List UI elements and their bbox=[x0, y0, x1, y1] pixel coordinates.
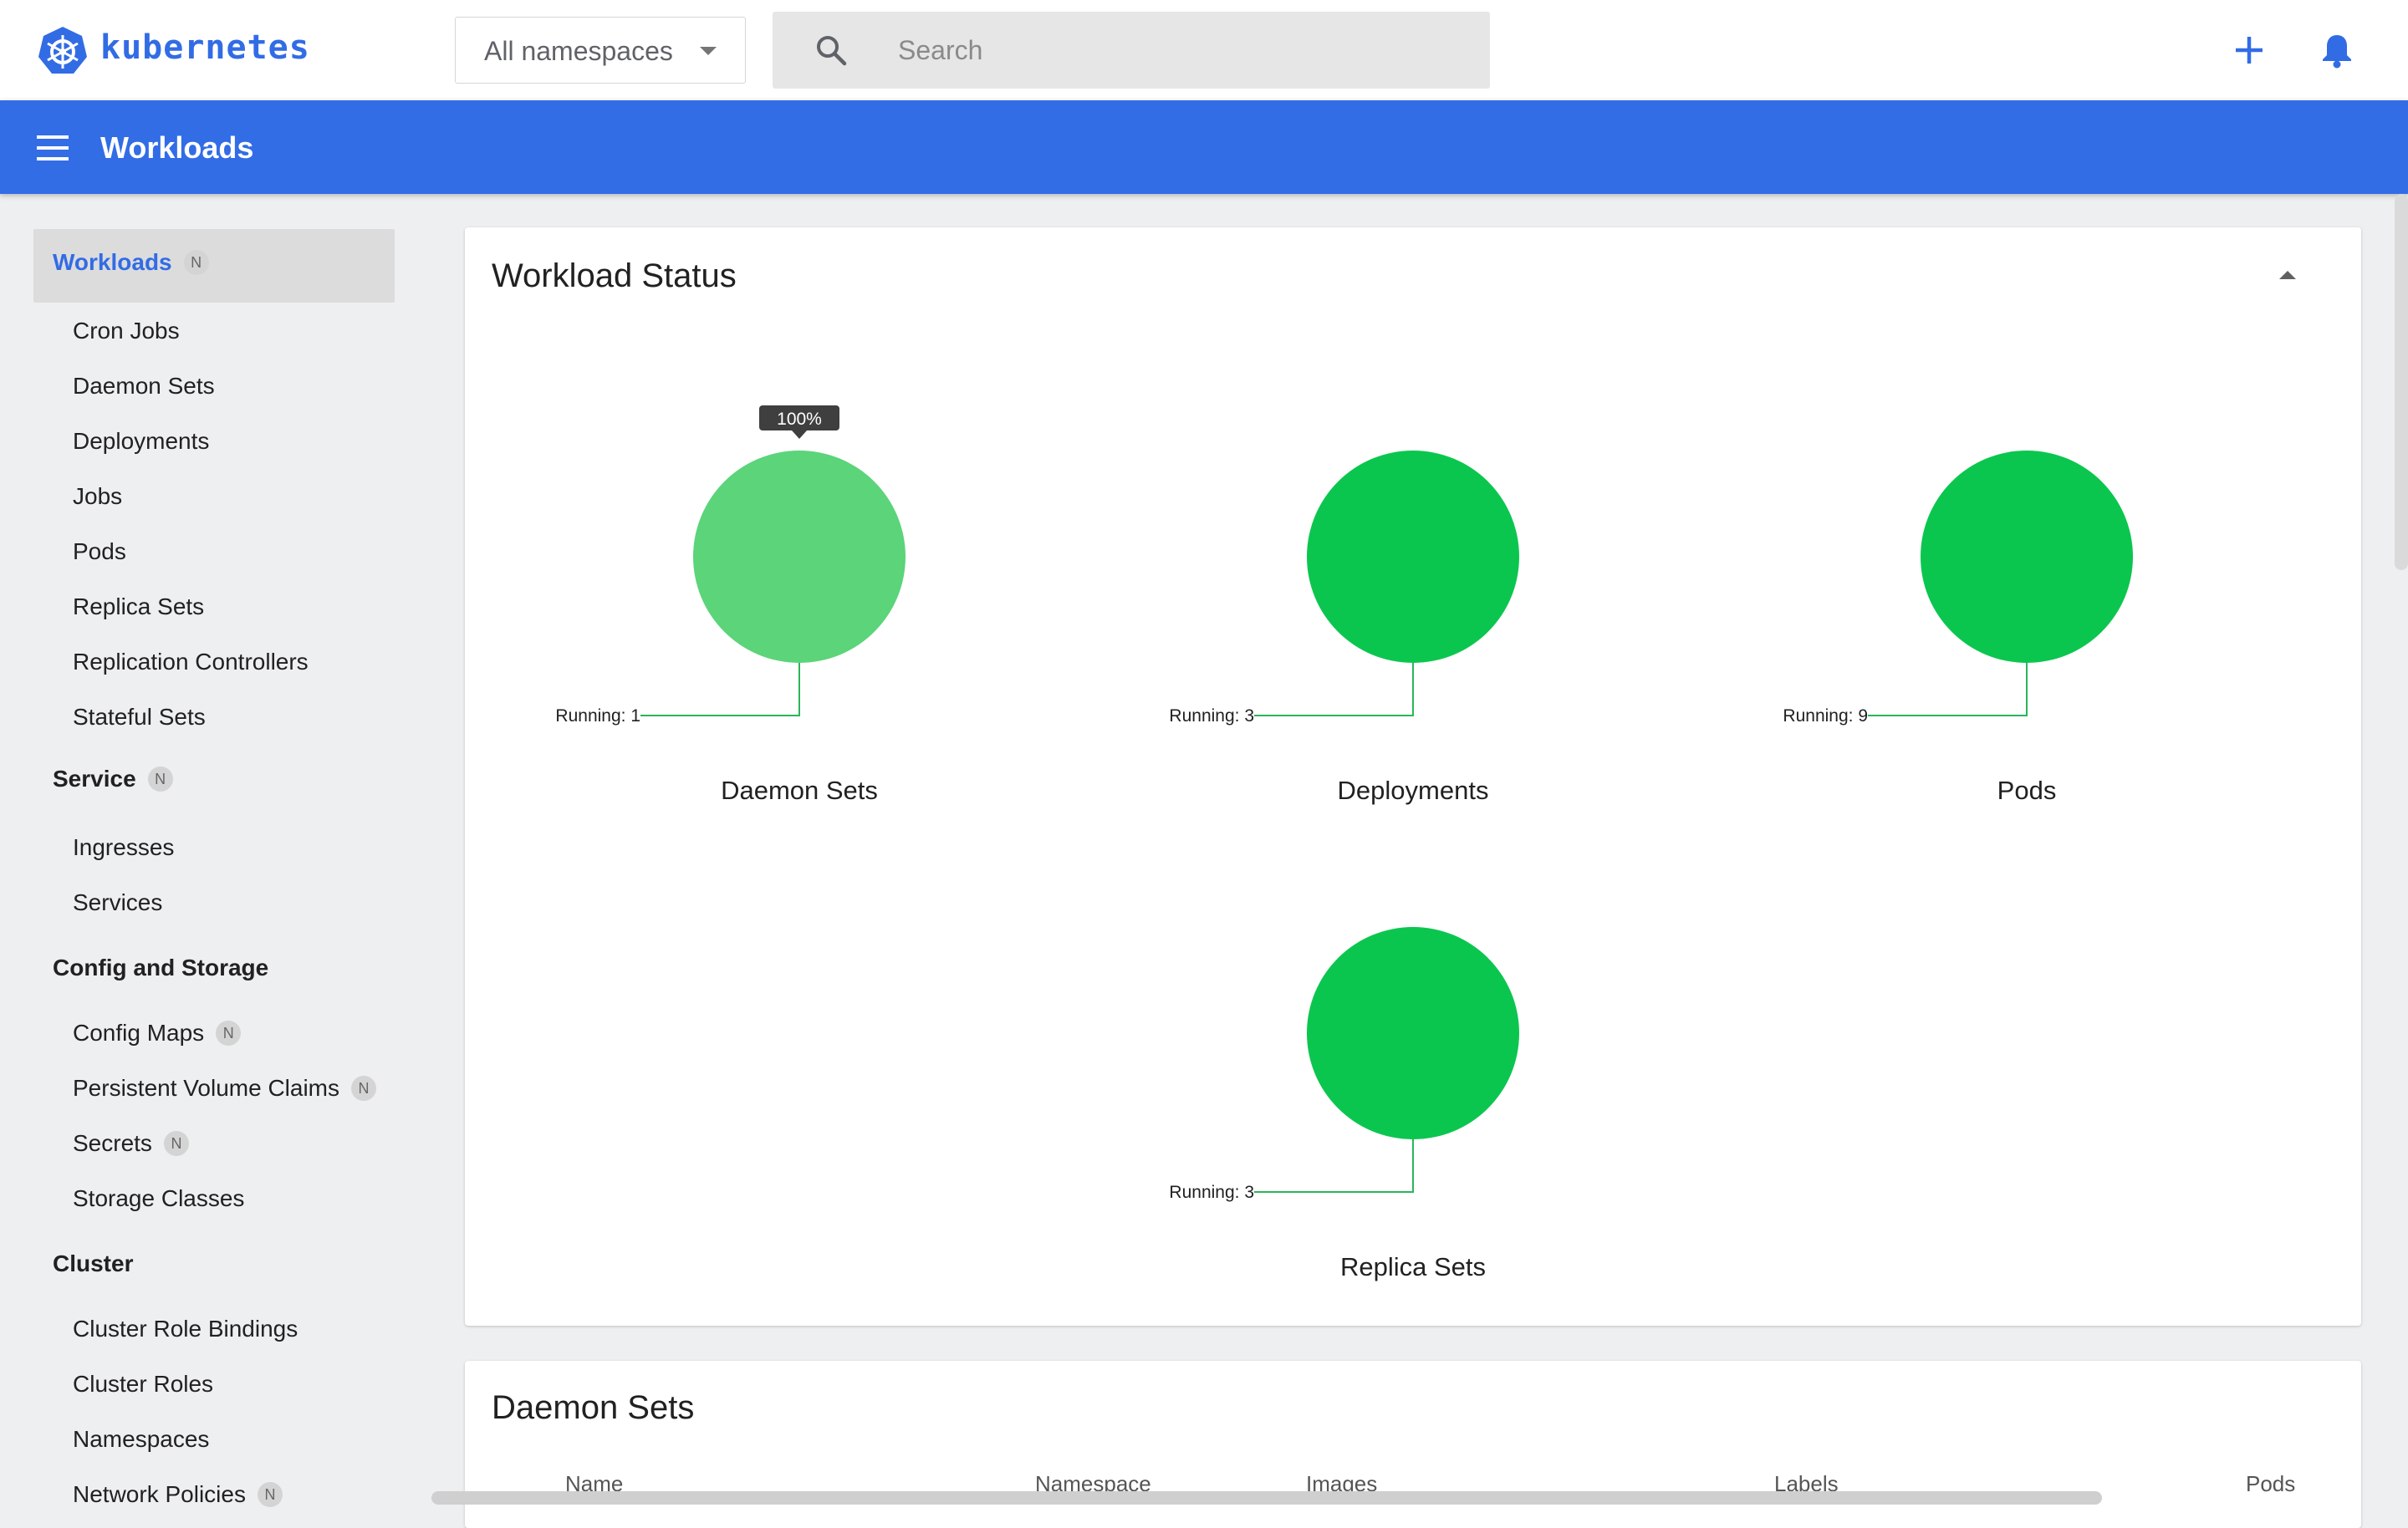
workload-status-card: Workload Status Running: 1 Daemon Sets 100… bbox=[465, 227, 2361, 1326]
sidebar-item-cluster-roles[interactable]: Cluster Roles bbox=[73, 1371, 213, 1398]
sidebar-item-label: Config Maps bbox=[73, 1020, 205, 1046]
sidebar-item-daemon-sets[interactable]: Daemon Sets bbox=[73, 373, 215, 400]
dropdown-caret-icon bbox=[700, 47, 717, 55]
namespaced-badge: N bbox=[351, 1076, 377, 1101]
vertical-scrollbar[interactable] bbox=[2395, 194, 2408, 570]
replica-sets-chart-title: Replica Sets bbox=[1340, 1252, 1486, 1281]
kubernetes-logo-icon[interactable] bbox=[37, 25, 89, 77]
sidebar-item-label: Workloads bbox=[53, 249, 172, 275]
replica-sets-slice-label: Running: 3 bbox=[1169, 1183, 1254, 1202]
sidebar-item-config-and-storage[interactable]: Config and Storage bbox=[53, 955, 268, 981]
namespaced-badge: N bbox=[147, 767, 173, 792]
app-logo-text[interactable]: kubernetes bbox=[100, 28, 310, 67]
namespace-select[interactable]: All namespaces bbox=[455, 17, 746, 84]
top-bar: kubernetes All namespaces bbox=[0, 0, 2408, 100]
deployments-pie-slice-running[interactable] bbox=[1307, 451, 1519, 663]
daemon-sets-pie-slice-running[interactable] bbox=[693, 451, 906, 663]
sidebar-item-ingresses[interactable]: Ingresses bbox=[73, 834, 174, 861]
sidebar-item-label: Network Policies bbox=[73, 1481, 246, 1507]
column-header-pods: Pods bbox=[2246, 1471, 2296, 1496]
pods-leader-line bbox=[1868, 663, 2028, 716]
sidebar-nav: Workloads N Cron Jobs Daemon Sets Deploym… bbox=[0, 194, 435, 1508]
daemon-sets-tooltip-text: 100% bbox=[777, 410, 822, 429]
pods-pie-slice-running[interactable] bbox=[1921, 451, 2133, 663]
search-box bbox=[773, 12, 1490, 89]
sidebar-item-replica-sets[interactable]: Replica Sets bbox=[73, 593, 204, 620]
sidebar-item-label: Secrets bbox=[73, 1130, 152, 1156]
namespaced-badge: N bbox=[216, 1021, 242, 1046]
sidebar-item-cluster[interactable]: Cluster bbox=[53, 1250, 133, 1277]
sidebar-item-label: Service bbox=[53, 766, 136, 792]
sidebar-item-service[interactable]: Service N bbox=[53, 766, 173, 792]
daemon-sets-leader-line bbox=[640, 663, 800, 716]
create-plus-icon[interactable] bbox=[2232, 33, 2266, 67]
deployments-slice-label: Running: 3 bbox=[1169, 706, 1254, 726]
sidebar-item-storage-classes[interactable]: Storage Classes bbox=[73, 1185, 244, 1212]
menu-hamburger-icon[interactable] bbox=[37, 135, 69, 160]
horizontal-scrollbar[interactable] bbox=[431, 1491, 2102, 1505]
sidebar-item-secrets[interactable]: Secrets N bbox=[73, 1130, 189, 1157]
sidebar-item-persistent-volume-claims[interactable]: Persistent Volume Claims N bbox=[73, 1075, 377, 1102]
replica-sets-leader-line bbox=[1254, 1139, 1414, 1193]
deployments-chart-title: Deployments bbox=[1338, 776, 1489, 805]
workload-status-charts: Running: 1 Daemon Sets 100% Running: 3 Deplo… bbox=[555, 405, 2133, 1281]
sidebar-item-stateful-sets[interactable]: Stateful Sets bbox=[73, 704, 206, 731]
deployments-leader-line bbox=[1254, 663, 1414, 716]
page-header-bar: Workloads bbox=[0, 100, 2408, 194]
sidebar-item-config-maps[interactable]: Config Maps N bbox=[73, 1020, 242, 1047]
sidebar-item-jobs[interactable]: Jobs bbox=[73, 483, 122, 510]
replica-sets-pie-slice-running[interactable] bbox=[1307, 927, 1519, 1139]
namespaced-badge: N bbox=[163, 1131, 189, 1156]
daemon-sets-title: Daemon Sets bbox=[492, 1389, 695, 1426]
sidebar-item-cron-jobs[interactable]: Cron Jobs bbox=[73, 318, 180, 344]
search-input[interactable] bbox=[898, 28, 1450, 72]
pods-chart-title: Pods bbox=[1997, 776, 2057, 805]
daemon-sets-tooltip-pointer bbox=[792, 430, 807, 439]
pods-slice-label: Running: 9 bbox=[1783, 706, 1868, 726]
sidebar-item-cluster-role-bindings[interactable]: Cluster Role Bindings bbox=[73, 1316, 298, 1342]
search-icon bbox=[817, 36, 847, 66]
namespaced-badge: N bbox=[257, 1482, 283, 1507]
namespaced-badge: N bbox=[183, 250, 209, 275]
sidebar-item-deployments[interactable]: Deployments bbox=[73, 428, 209, 455]
sidebar-item-services[interactable]: Services bbox=[73, 889, 162, 916]
sidebar-item-pods[interactable]: Pods bbox=[73, 538, 126, 565]
sidebar-item-replication-controllers[interactable]: Replication Controllers bbox=[73, 649, 309, 675]
sidebar-item-namespaces[interactable]: Namespaces bbox=[73, 1426, 209, 1453]
notifications-bell-icon[interactable] bbox=[2319, 32, 2354, 69]
page-title: Workloads bbox=[100, 130, 254, 165]
sidebar-item-workloads[interactable]: Workloads N bbox=[53, 249, 209, 276]
namespace-select-value: All namespaces bbox=[484, 36, 673, 66]
daemon-sets-slice-label: Running: 1 bbox=[555, 706, 640, 726]
daemon-sets-chart-title: Daemon Sets bbox=[721, 776, 878, 805]
sidebar-item-label: Persistent Volume Claims bbox=[73, 1075, 340, 1101]
sidebar-item-network-policies[interactable]: Network Policies N bbox=[73, 1481, 283, 1508]
